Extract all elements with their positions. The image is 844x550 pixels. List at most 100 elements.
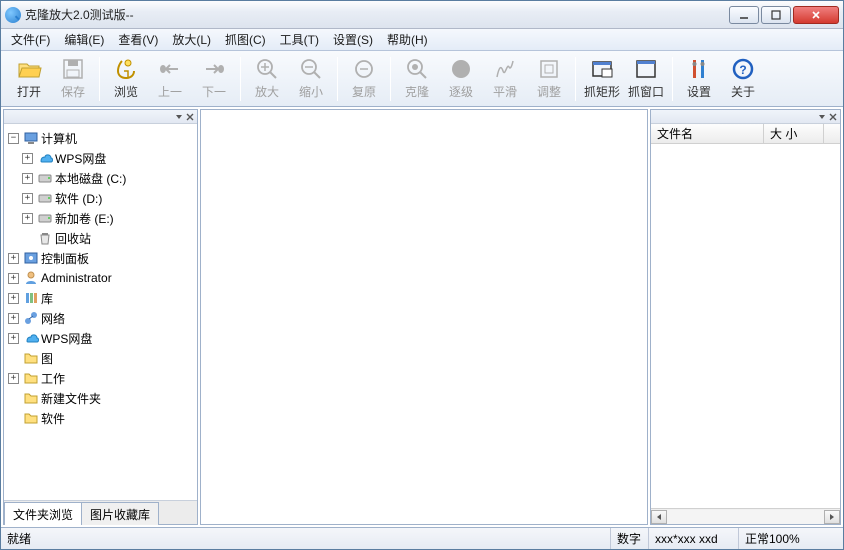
image-viewport[interactable] <box>200 109 648 525</box>
toolbar-clone-button: 克隆 <box>395 54 439 104</box>
tree-node-label: 软件 (D:) <box>55 190 102 207</box>
expand-icon[interactable] <box>8 313 19 324</box>
tree-node-label: 新建文件夹 <box>41 390 101 407</box>
horizontal-scrollbar[interactable] <box>651 508 840 524</box>
toolbar-capture-win-button[interactable]: 抓窗口 <box>624 54 668 104</box>
tree-node[interactable]: 网络 <box>6 308 195 328</box>
panel-tab[interactable]: 图片收藏库 <box>81 502 159 525</box>
tree-node[interactable]: 软件 (D:) <box>6 188 195 208</box>
left-panel-tabs: 文件夹浏览图片收藏库 <box>4 500 197 524</box>
toolbar-folder-open-button[interactable]: 打开 <box>7 54 51 104</box>
tree-node-label: WPS网盘 <box>55 150 106 167</box>
statusbar: 就绪 数字 xxx*xxx xxd 正常100% <box>1 527 843 549</box>
tree-node-label: 计算机 <box>41 130 77 147</box>
expand-icon[interactable] <box>22 193 33 204</box>
panel-close-icon[interactable] <box>185 112 195 122</box>
body-area: 计算机WPS网盘本地磁盘 (C:)软件 (D:)新加卷 (E:)回收站控制面板A… <box>1 107 843 527</box>
toolbar-capture-rect-button[interactable]: 抓矩形 <box>580 54 624 104</box>
maximize-button[interactable] <box>761 6 791 24</box>
tree-node-label: 网络 <box>41 310 65 327</box>
toolbar-label: 下一 <box>202 83 226 100</box>
toolbar-stepwise-button: 逐级 <box>439 54 483 104</box>
close-button[interactable] <box>793 6 839 24</box>
computer-icon <box>23 130 39 146</box>
column-header[interactable]: 文件名 <box>651 124 764 143</box>
tree-node[interactable]: 本地磁盘 (C:) <box>6 168 195 188</box>
panel-tab[interactable]: 文件夹浏览 <box>4 502 82 525</box>
panel-menu-icon[interactable] <box>818 113 826 121</box>
capture-rect-icon <box>590 57 614 81</box>
folder-tree-panel: 计算机WPS网盘本地磁盘 (C:)软件 (D:)新加卷 (E:)回收站控制面板A… <box>3 109 198 525</box>
expand-icon[interactable] <box>22 153 33 164</box>
tree-node[interactable]: 图 <box>6 348 195 368</box>
expand-icon[interactable] <box>8 253 19 264</box>
menu-item[interactable]: 放大(L) <box>166 29 217 50</box>
expand-icon[interactable] <box>22 173 33 184</box>
tree-node-label: 回收站 <box>55 230 91 247</box>
tree-spacer <box>8 353 19 364</box>
toolbar-separator <box>337 57 338 101</box>
toolbar-hand-right-button: 下一 <box>192 54 236 104</box>
expand-icon[interactable] <box>22 213 33 224</box>
menu-item[interactable]: 抓图(C) <box>219 29 272 50</box>
tree-node[interactable]: 库 <box>6 288 195 308</box>
expand-icon[interactable] <box>8 373 19 384</box>
tree-node-label: Administrator <box>41 271 112 285</box>
file-list[interactable] <box>651 144 840 508</box>
scroll-left-button[interactable] <box>651 510 667 524</box>
toolbar-label: 关于 <box>731 83 755 100</box>
drive-icon <box>37 190 53 206</box>
tree-node-label: 库 <box>41 290 53 307</box>
toolbar-smooth-button: 平滑 <box>483 54 527 104</box>
menu-item[interactable]: 文件(F) <box>5 29 56 50</box>
titlebar: 克隆放大2.0测试版-- <box>1 1 843 29</box>
expand-icon[interactable] <box>8 293 19 304</box>
column-header[interactable]: 大 小 <box>764 124 824 143</box>
tree-spacer <box>8 413 19 424</box>
tree-node-label: 工作 <box>41 370 65 387</box>
status-dim-value: xxx*xxx xxd <box>649 528 739 549</box>
toolbar-settings-button[interactable]: 设置 <box>677 54 721 104</box>
file-list-columns: 文件名大 小 <box>651 124 840 144</box>
menu-item[interactable]: 编辑(E) <box>58 29 110 50</box>
tree-node[interactable]: 回收站 <box>6 228 195 248</box>
menu-item[interactable]: 工具(T) <box>274 29 325 50</box>
tree-node[interactable]: WPS网盘 <box>6 328 195 348</box>
menu-item[interactable]: 设置(S) <box>327 29 379 50</box>
collapse-icon[interactable] <box>8 133 19 144</box>
toolbar-label: 抓矩形 <box>584 83 620 100</box>
panel-close-icon[interactable] <box>828 112 838 122</box>
tree-node[interactable]: 控制面板 <box>6 248 195 268</box>
tree-node[interactable]: 计算机 <box>6 128 195 148</box>
toolbar-label: 复原 <box>352 83 376 100</box>
capture-win-icon <box>634 57 658 81</box>
minimize-button[interactable] <box>729 6 759 24</box>
panel-menu-icon[interactable] <box>175 113 183 121</box>
clone-icon <box>405 57 429 81</box>
toolbar-zoom-out-button: 缩小 <box>289 54 333 104</box>
toolbar-about-button[interactable]: ? 关于 <box>721 54 765 104</box>
tree-node[interactable]: WPS网盘 <box>6 148 195 168</box>
toolbar-separator <box>575 57 576 101</box>
app-icon <box>5 7 21 23</box>
scroll-right-button[interactable] <box>824 510 840 524</box>
folder-tree[interactable]: 计算机WPS网盘本地磁盘 (C:)软件 (D:)新加卷 (E:)回收站控制面板A… <box>4 124 197 500</box>
tree-node[interactable]: Administrator <box>6 268 195 288</box>
svg-text:?: ? <box>739 63 746 77</box>
tree-node-label: 软件 <box>41 410 65 427</box>
tree-node[interactable]: 新加卷 (E:) <box>6 208 195 228</box>
scroll-track[interactable] <box>667 510 824 524</box>
panel-header <box>4 110 197 124</box>
toolbar-label: 抓窗口 <box>628 83 664 100</box>
menu-item[interactable]: 查看(V) <box>112 29 164 50</box>
toolbar-browse-button[interactable]: 浏览 <box>104 54 148 104</box>
toolbar-separator <box>672 57 673 101</box>
restore-icon <box>352 57 376 81</box>
tree-node[interactable]: 软件 <box>6 408 195 428</box>
tree-node[interactable]: 工作 <box>6 368 195 388</box>
hand-left-icon <box>158 57 182 81</box>
expand-icon[interactable] <box>8 273 19 284</box>
expand-icon[interactable] <box>8 333 19 344</box>
menu-item[interactable]: 帮助(H) <box>381 29 434 50</box>
tree-node[interactable]: 新建文件夹 <box>6 388 195 408</box>
